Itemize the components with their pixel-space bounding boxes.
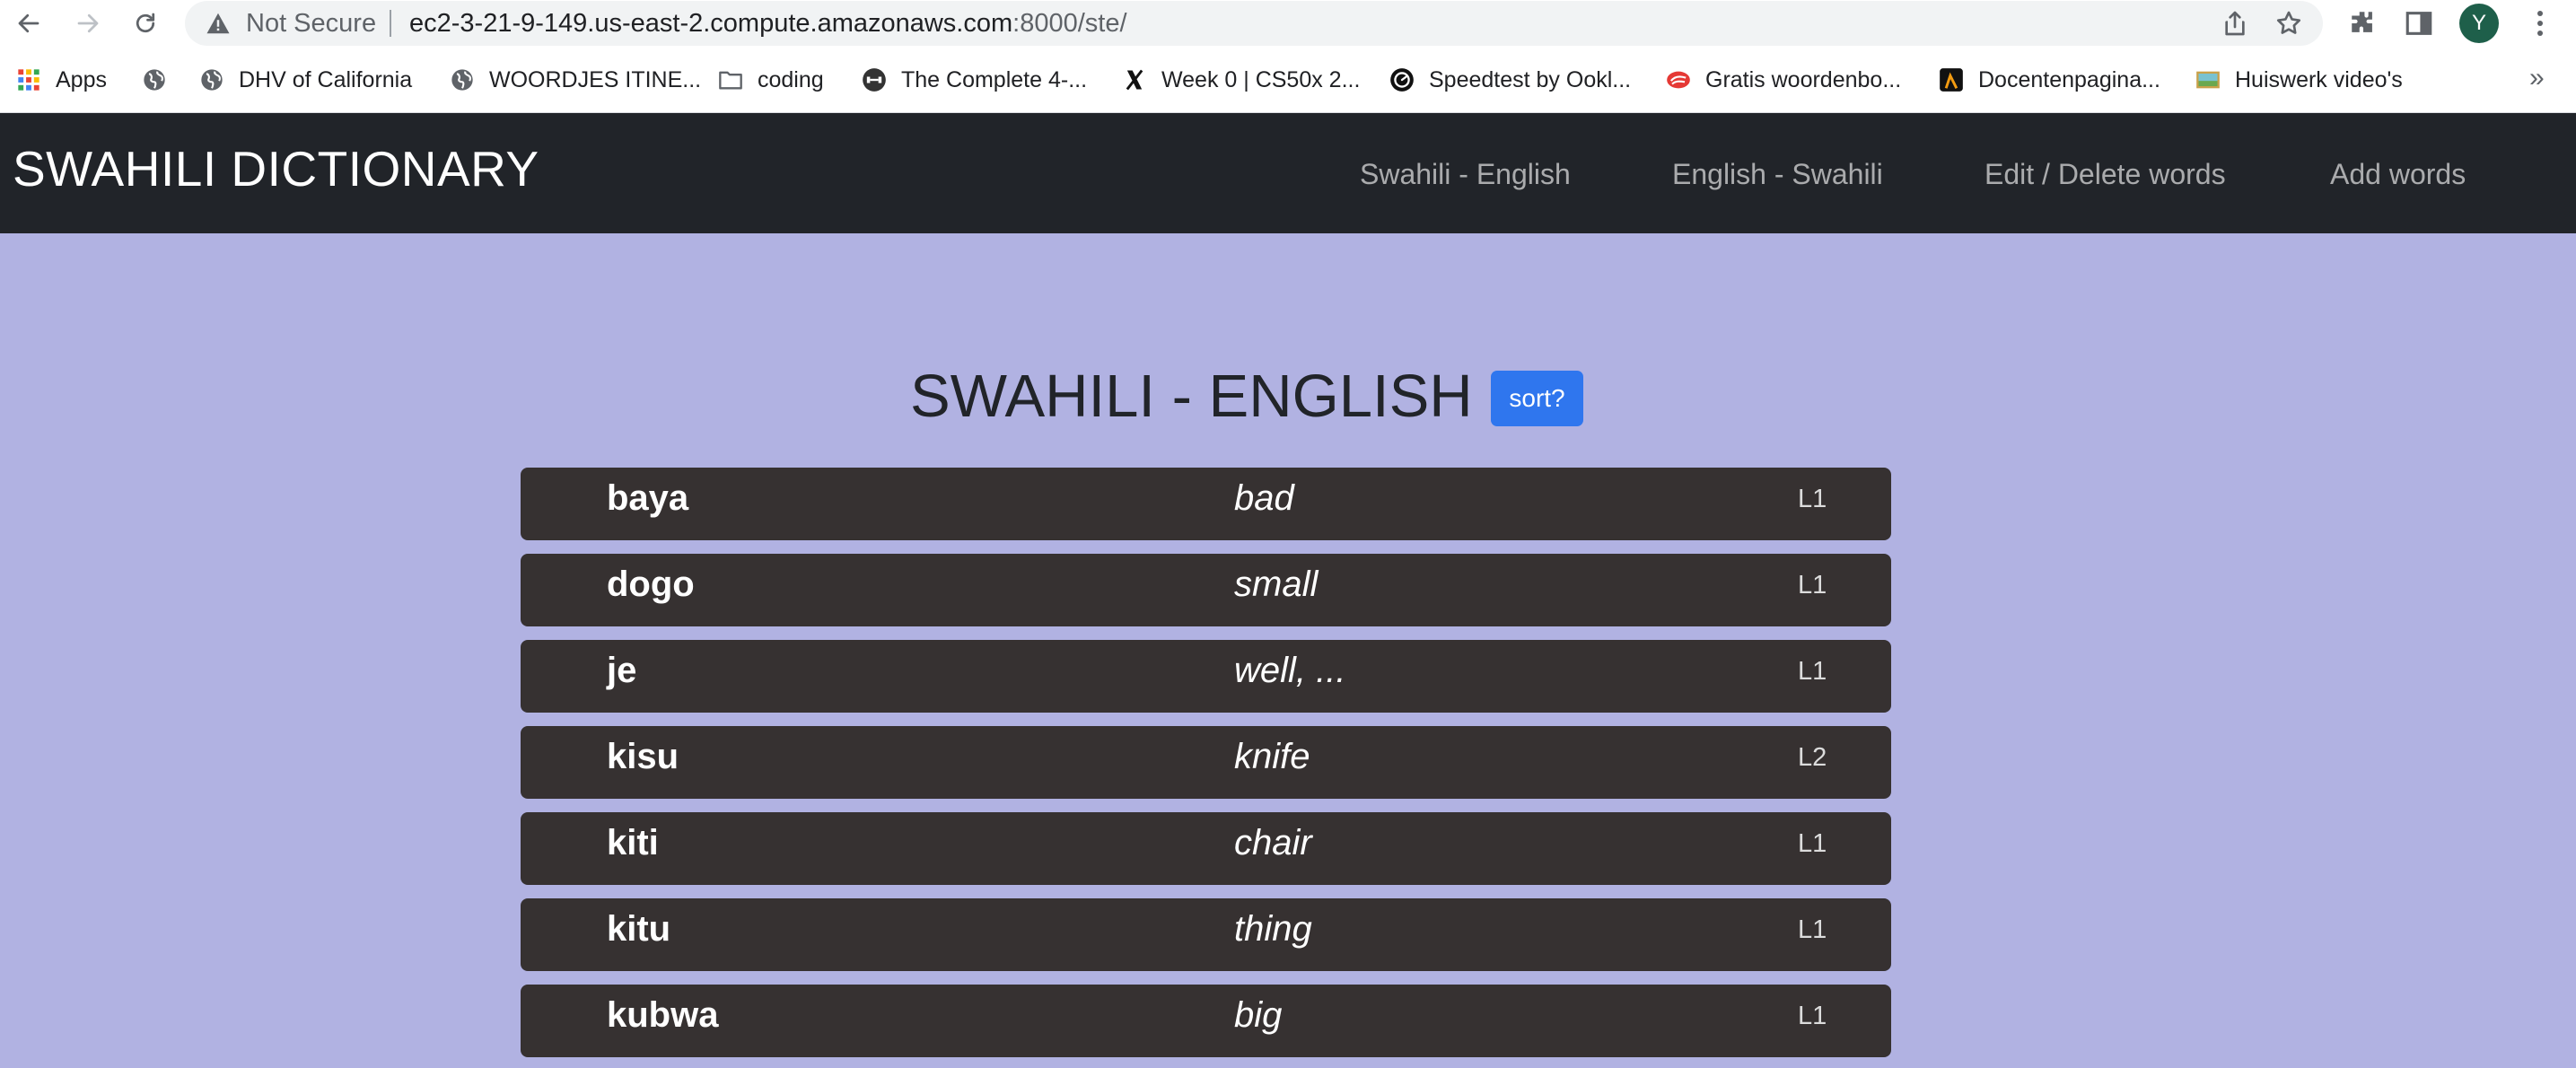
url-text[interactable]: ec2-3-21-9-149.us-east-2.compute.amazona…: [409, 9, 1127, 39]
english-translation: well, ...: [1234, 651, 1346, 690]
bookmark-label: Docentenpagina...: [1978, 66, 2160, 92]
bookmark-label: Apps: [56, 66, 107, 92]
swahili-word: kisu: [607, 737, 679, 776]
bookmark-cs50x[interactable]: Week 0 | CS50x 2...: [1122, 63, 1360, 97]
level-label: L2: [1798, 743, 1827, 772]
video-icon: [2196, 71, 2220, 89]
bookmark-label: Week 0 | CS50x 2...: [1161, 66, 1361, 92]
reload-button[interactable]: [126, 4, 165, 43]
level-label: L1: [1798, 571, 1827, 600]
english-translation: small: [1234, 565, 1319, 604]
english-translation: knife: [1234, 737, 1310, 776]
x-icon: [1126, 69, 1143, 91]
english-translation: bad: [1234, 478, 1294, 518]
bookmark-woordenboek[interactable]: Gratis woordenbo...: [1666, 63, 1901, 97]
page-title: SWAHILI - ENGLISH: [910, 363, 1473, 430]
sort-button[interactable]: sort?: [1491, 371, 1583, 426]
nav-add-words[interactable]: Add words: [2330, 158, 2466, 191]
bookmark-apps[interactable]: Apps: [16, 63, 107, 97]
word-row[interactable]: kubwa big L1: [521, 985, 1891, 1057]
side-panel-icon[interactable]: [2404, 8, 2434, 39]
globe-icon: [201, 69, 223, 91]
bookmarks-overflow-button[interactable]: »: [2529, 63, 2545, 93]
level-label: L1: [1798, 829, 1827, 858]
bookmark-star-icon[interactable]: [2274, 9, 2303, 38]
forward-button[interactable]: [68, 4, 108, 43]
nav-swahili-english[interactable]: Swahili - English: [1360, 158, 1571, 191]
level-label: L1: [1798, 1002, 1827, 1030]
nav-english-swahili[interactable]: English - Swahili: [1672, 158, 1883, 191]
bookmark-woordjes[interactable]: WOORDJES ITINE...: [450, 63, 701, 97]
word-row[interactable]: je well, ... L1: [521, 640, 1891, 713]
swahili-word: kubwa: [607, 995, 719, 1035]
extensions-icon[interactable]: [2348, 8, 2379, 39]
english-translation: thing: [1234, 909, 1312, 949]
bookmark-label: Speedtest by Ookl...: [1429, 66, 1632, 92]
bookmark-label: WOORDJES ITINE...: [489, 66, 702, 92]
level-label: L1: [1798, 485, 1827, 513]
word-row[interactable]: kitu thing L1: [521, 898, 1891, 971]
word-row[interactable]: kiti chair L1: [521, 812, 1891, 885]
apps-grid-icon: [18, 69, 39, 91]
bookmark-docentenpagina[interactable]: Docentenpagina...: [1939, 63, 2160, 97]
swahili-word: kitu: [607, 909, 671, 949]
bookmark-complete-course[interactable]: The Complete 4-...: [862, 63, 1087, 97]
back-arrow-icon: [18, 13, 39, 33]
url-host: ec2-3-21-9-149.us-east-2.compute.amazona…: [409, 9, 1013, 38]
word-row[interactable]: baya bad L1: [521, 468, 1891, 540]
security-label[interactable]: Not Secure: [246, 9, 376, 39]
browser-menu-icon[interactable]: [2529, 5, 2551, 41]
word-list: baya bad L1 dogo small L1 je well, ... L…: [521, 468, 1891, 1068]
address-divider: [390, 10, 391, 37]
share-icon[interactable]: [2221, 9, 2249, 38]
speedometer-icon: [1390, 68, 1414, 92]
bookmark-label: Gratis woordenbo...: [1705, 66, 1902, 92]
bookmark-speedtest[interactable]: Speedtest by Ookl...: [1389, 63, 1631, 97]
globe-icon: [451, 69, 473, 91]
address-bar[interactable]: Not Secure ec2-3-21-9-149.us-east-2.comp…: [185, 1, 2323, 46]
nav-edit-delete-words[interactable]: Edit / Delete words: [1985, 158, 2226, 191]
word-row[interactable]: dogo small L1: [521, 554, 1891, 626]
bookmark-label: The Complete 4-...: [901, 66, 1088, 92]
profile-avatar[interactable]: Y: [2459, 4, 2499, 43]
level-label: L1: [1798, 915, 1827, 944]
course-icon: [863, 68, 886, 92]
globe-icon: [144, 69, 165, 91]
warning-icon: [206, 13, 230, 34]
english-translation: chair: [1234, 823, 1312, 862]
bookmark-dhv-california[interactable]: DHV of California: [199, 63, 412, 97]
bookmarks-bar: Apps DHV of California WOORDJES ITINE...…: [0, 47, 2576, 113]
swahili-word: baya: [607, 478, 689, 518]
back-button[interactable]: [9, 4, 48, 43]
word-row[interactable]: kisu knife L2: [521, 726, 1891, 799]
teacher-icon: [1940, 68, 1963, 92]
reload-icon: [136, 13, 155, 33]
site-brand[interactable]: SWAHILI DICTIONARY: [13, 140, 539, 197]
folder-icon: [719, 71, 742, 90]
site-navbar: SWAHILI DICTIONARY Swahili - English Eng…: [0, 113, 2576, 233]
bookmark-label: DHV of California: [239, 66, 413, 92]
english-translation: big: [1234, 995, 1283, 1035]
bookmark-huiswerk-videos[interactable]: Huiswerk video's: [2195, 63, 2403, 97]
bookmark-coding-folder[interactable]: coding: [718, 63, 824, 97]
url-path: :8000/ste/: [1012, 9, 1127, 38]
bookmark-label: coding: [758, 66, 824, 92]
swahili-word: je: [607, 651, 637, 690]
browser-toolbar: Not Secure ec2-3-21-9-149.us-east-2.comp…: [0, 0, 2576, 47]
swahili-word: dogo: [607, 565, 695, 604]
forward-arrow-icon: [77, 13, 99, 33]
bookmark-globe[interactable]: [142, 63, 181, 97]
level-label: L1: [1798, 657, 1827, 686]
dictionary-icon: [1667, 71, 1690, 89]
bookmark-label: Huiswerk video's: [2235, 66, 2403, 92]
swahili-word: kiti: [607, 823, 659, 862]
